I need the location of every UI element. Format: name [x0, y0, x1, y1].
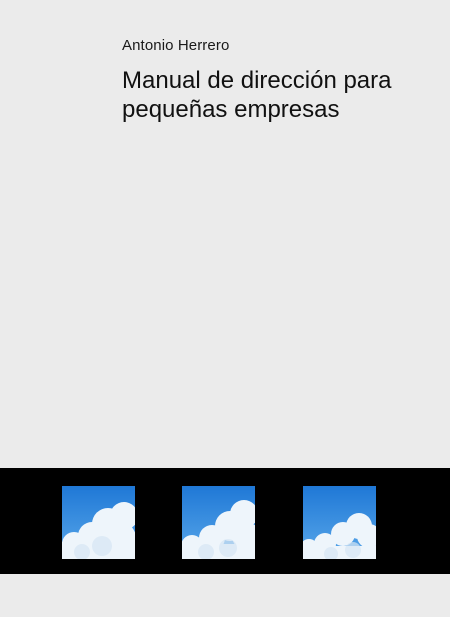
- sky-clouds-image-2: [182, 486, 255, 559]
- photo-strip: [0, 468, 450, 574]
- book-title: Manual de dirección para pequeñas empres…: [122, 67, 392, 123]
- book-cover: Antonio Herrero Manual de dirección para…: [0, 0, 450, 617]
- sky-clouds-image-1: [62, 486, 135, 559]
- sky-clouds-image-3: [303, 486, 376, 559]
- author-name: Antonio Herrero: [122, 37, 230, 54]
